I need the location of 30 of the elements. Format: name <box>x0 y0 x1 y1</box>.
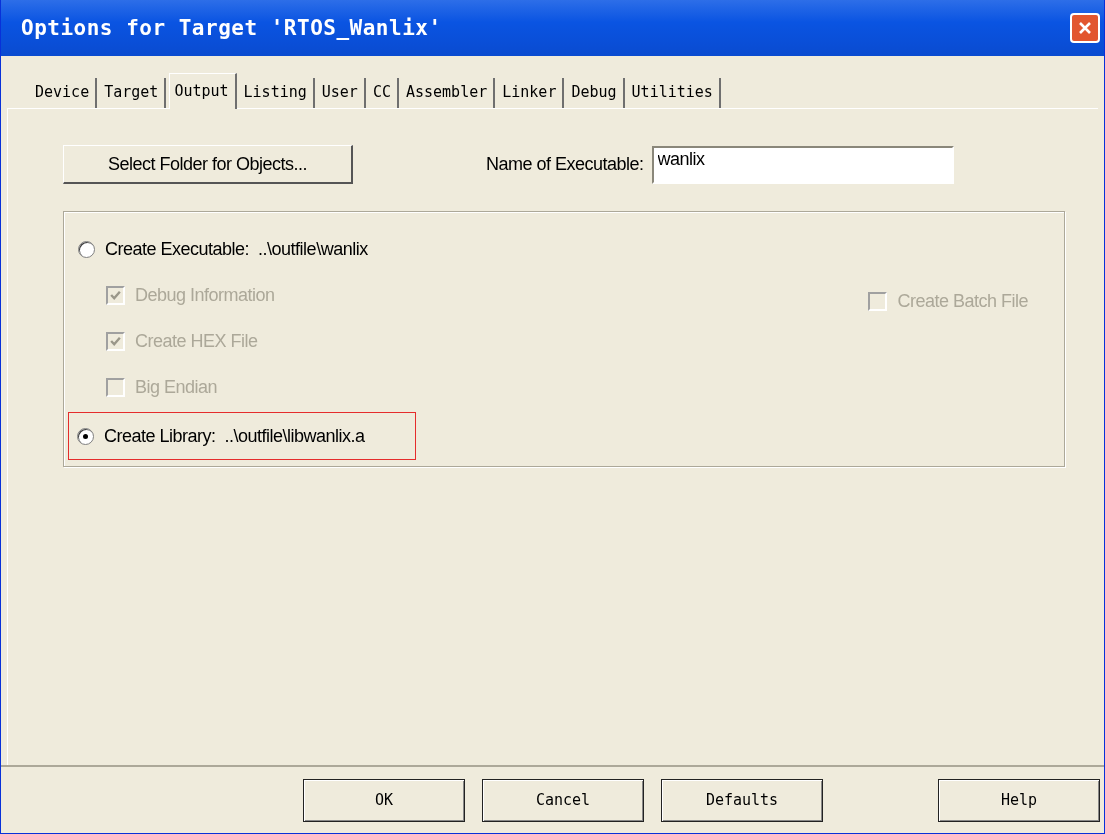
close-icon <box>1078 21 1092 35</box>
option-label: Debug Information <box>135 284 275 306</box>
radio-button[interactable] <box>78 240 95 258</box>
window-title: Options for Target 'RTOS_Wanlix' <box>21 16 443 40</box>
option-label: Big Endian <box>135 376 218 398</box>
option-label: Create Library: ..\outfile\libwanlix.a <box>104 425 365 447</box>
option-label: Create Batch File <box>897 290 1028 312</box>
tab[interactable]: Debug <box>567 78 625 108</box>
tab[interactable]: Utilities <box>627 78 721 108</box>
tab[interactable]: Listing <box>239 78 315 108</box>
checkmark-icon <box>109 334 122 348</box>
checkmark-icon <box>109 288 122 302</box>
dialog-button[interactable]: Defaults <box>661 778 823 822</box>
tab[interactable]: User <box>317 78 366 108</box>
tab[interactable]: CC <box>368 78 399 108</box>
tab[interactable]: Assembler <box>401 78 496 108</box>
tab[interactable]: Target <box>100 78 167 108</box>
close-button[interactable] <box>1070 13 1100 43</box>
dialog-button[interactable]: OK <box>303 778 465 822</box>
tab[interactable]: Output <box>169 73 237 109</box>
radio-button[interactable] <box>77 427 94 445</box>
select-folder-button[interactable]: Select Folder for Objects... <box>63 145 353 184</box>
tab[interactable]: Device <box>31 78 98 108</box>
dialog-button[interactable]: Cancel <box>482 778 644 822</box>
tab[interactable]: Linker <box>498 78 565 108</box>
option-label: Create HEX File <box>135 330 258 352</box>
option-label: Create Executable: ..\outfile\wanlix <box>105 238 368 260</box>
dialog-button[interactable]: Help <box>938 778 1100 822</box>
field-label: Name of Executable: <box>486 154 644 175</box>
executable-name-field[interactable]: wanlix <box>651 145 954 184</box>
